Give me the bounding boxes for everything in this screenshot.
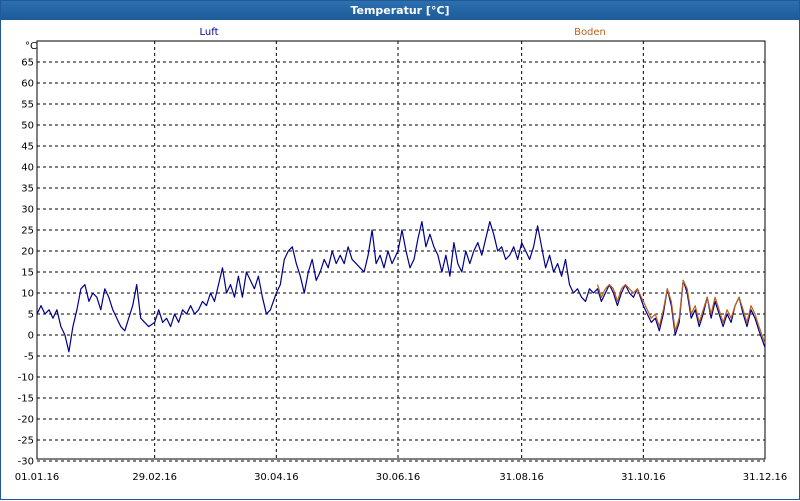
- y-tick-label: -5: [24, 352, 34, 363]
- y-axis-unit-label: °C: [25, 41, 37, 52]
- y-tick-label: 45: [21, 142, 34, 153]
- x-tick-label: 31.08.16: [499, 472, 544, 483]
- y-tick-label: -10: [18, 373, 34, 384]
- y-tick-label: 5: [28, 310, 34, 321]
- x-tick-label: 30.06.16: [376, 472, 421, 483]
- y-tick-label: 40: [21, 163, 34, 174]
- x-tick-label: 30.04.16: [254, 472, 299, 483]
- legend-boden: Boden: [574, 27, 606, 38]
- y-tick-label: 65: [21, 58, 34, 69]
- x-axis-ticks: 01.01.16 29.02.16 30.04.16 30.06.16 31.08.16…: [15, 472, 788, 483]
- y-tick-label: 55: [21, 100, 34, 111]
- y-tick-label: 10: [21, 289, 34, 300]
- y-tick-label: 0: [28, 331, 34, 342]
- x-tick-label: 01.01.16: [15, 472, 60, 483]
- y-tick-label: 30: [21, 205, 34, 216]
- x-tick-label: 31.12.16: [743, 472, 788, 483]
- legend-luft: Luft: [200, 27, 219, 38]
- y-tick-label: 25: [21, 226, 34, 237]
- temperature-chart: -30 -25 -20 -15 -10 -5 0 5 10 15 20 25 30 35 40 45 50 55 6…: [15, 27, 788, 483]
- y-tick-label: -30: [18, 457, 34, 468]
- x-tick-label: 29.02.16: [132, 472, 177, 483]
- y-axis-ticks: -30 -25 -20 -15 -10 -5 0 5 10 15 20 25 30 35 40 45 50 55 6…: [18, 58, 34, 468]
- y-tick-label: 60: [21, 79, 34, 90]
- y-tick-label: -25: [18, 436, 34, 447]
- y-tick-label: -15: [18, 394, 34, 405]
- y-tick-label: 15: [21, 268, 34, 279]
- x-tick-label: 31.10.16: [621, 472, 666, 483]
- y-tick-label: -20: [18, 415, 34, 426]
- y-tick-label: 50: [21, 121, 34, 132]
- y-tick-label: 35: [21, 184, 34, 195]
- chart-window: Temperatur [°C] -30 -25 -20 -15 -10 -5 0 5 10 15 2…: [0, 0, 800, 500]
- y-tick-label: 20: [21, 247, 34, 258]
